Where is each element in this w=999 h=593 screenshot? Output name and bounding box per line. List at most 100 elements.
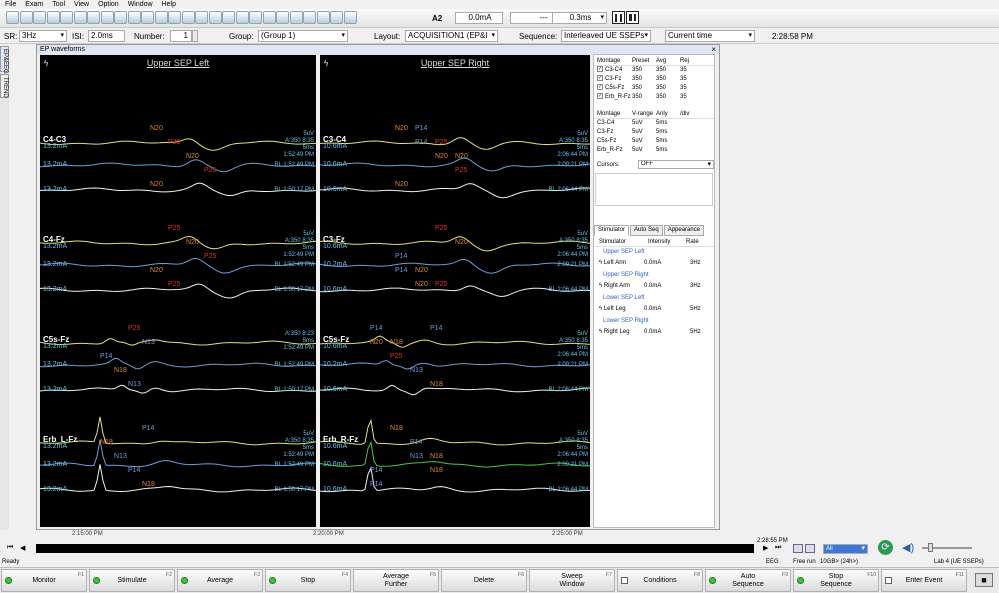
peak-marker[interactable]: N20	[150, 125, 163, 132]
checkbox-icon[interactable]	[621, 577, 628, 584]
zoom-select[interactable]: All	[823, 544, 868, 554]
peak-marker[interactable]: N13	[114, 453, 127, 460]
check-icon[interactable]: ✓	[597, 93, 603, 100]
peak-marker[interactable]: N18	[390, 339, 403, 346]
step-back-icon[interactable]: ◀	[20, 544, 25, 552]
toolbar-tool-icon[interactable]	[303, 11, 316, 24]
vrange-row[interactable]: C3-Fz 5uV 5ms	[594, 128, 714, 137]
duration-select[interactable]: 0.3ms	[552, 12, 607, 24]
toolbar-tool-icon[interactable]	[114, 11, 127, 24]
check-icon[interactable]: ✓	[597, 75, 603, 82]
toolbar-tool-icon[interactable]	[73, 11, 87, 24]
peak-marker[interactable]: P25	[128, 325, 140, 332]
menu-help[interactable]: Help	[162, 0, 176, 9]
peak-marker[interactable]: N13	[128, 381, 141, 388]
step-forward-icon[interactable]: ▶	[763, 544, 768, 552]
toolbar-tool-icon[interactable]	[100, 11, 114, 24]
peak-marker[interactable]: N20	[150, 267, 163, 274]
toolbar-tool-icon[interactable]	[289, 11, 303, 24]
rate-value[interactable]: 5Hz	[678, 303, 703, 316]
fn-auto-sequence-button[interactable]: Auto Sequence F9	[705, 569, 791, 592]
toolbar-tool-icon[interactable]	[330, 11, 343, 24]
time-mode-select[interactable]: Current time	[665, 30, 755, 42]
vrange-row[interactable]: C3-C4 5uV 5ms	[594, 119, 714, 128]
fn-stop-sequence-button[interactable]: Stop Sequence F10	[793, 569, 879, 592]
toolbar-tool-icon[interactable]	[168, 11, 181, 24]
skip-end-icon[interactable]: ⏭	[775, 544, 781, 552]
peak-marker[interactable]: P25	[390, 353, 402, 360]
plot-upper-sep-right[interactable]: Upper SEP Right ϟ C3-C4 10.6mA 5uV A:350 8:…	[320, 55, 590, 527]
peak-marker[interactable]: N18	[142, 481, 155, 488]
fn-delete-button[interactable]: Delete F6	[441, 569, 527, 592]
peak-marker[interactable]: P14	[100, 353, 112, 360]
peak-marker[interactable]: N18	[114, 367, 127, 374]
peak-marker[interactable]: P14	[430, 325, 442, 332]
intensity-value[interactable]: 0.0mA	[638, 326, 678, 339]
toolbar-tool-icon[interactable]	[235, 11, 249, 24]
intensity-value[interactable]: 0.0mA	[638, 257, 678, 270]
peak-marker[interactable]: N20	[186, 153, 199, 160]
tab-trend[interactable]: TREND	[0, 74, 9, 98]
zoom-out-icon[interactable]	[805, 544, 815, 553]
peak-marker[interactable]: N20	[435, 153, 448, 160]
cursors-select[interactable]: OFF	[638, 160, 714, 169]
speaker-icon[interactable]: ◀)	[902, 541, 914, 554]
menu-file[interactable]: File	[5, 0, 16, 9]
tab-appearance[interactable]: Appearance	[663, 225, 705, 236]
peak-marker[interactable]: P25	[204, 253, 216, 260]
rate-value[interactable]: 3Hz	[678, 280, 703, 293]
number-field[interactable]: 1	[170, 30, 192, 42]
peak-marker[interactable]: N18	[430, 381, 443, 388]
number-stepper[interactable]	[192, 30, 198, 42]
peak-marker[interactable]: P25	[435, 225, 447, 232]
peak-marker[interactable]: P25	[168, 139, 180, 146]
rate-value[interactable]: 3Hz	[678, 257, 703, 270]
montage-row[interactable]: ✓ Erb_R-Fz 350 350 35	[594, 93, 714, 102]
toolbar-tool-icon[interactable]	[60, 11, 73, 24]
plot-upper-sep-left[interactable]: Upper SEP Left ϟ C4-C3 13.2mA 5uV A:350 8:3…	[40, 55, 316, 527]
peak-marker[interactable]: P14	[370, 325, 382, 332]
stim-row[interactable]: ϟ Right Leg 0.0mA 5Hz	[594, 326, 714, 339]
toolbar-tool-icon[interactable]	[276, 11, 289, 24]
toolbar-tool-icon[interactable]	[154, 11, 168, 24]
check-icon[interactable]: ✓	[597, 84, 603, 91]
peak-marker[interactable]: P14	[142, 425, 154, 432]
peak-marker[interactable]: P14	[395, 253, 407, 260]
peak-marker[interactable]: P25	[455, 167, 467, 174]
vrange-row[interactable]: C5s-Fz 5uV 5ms	[594, 137, 714, 146]
peak-marker[interactable]: N20	[150, 181, 163, 188]
menu-window[interactable]: Window	[128, 0, 153, 9]
group-select[interactable]: (Group 1)	[258, 30, 348, 42]
toolbar-tool-icon[interactable]	[222, 11, 235, 24]
peak-marker[interactable]: N20	[395, 181, 408, 188]
intensity-value[interactable]: 0.0mA	[638, 303, 678, 316]
tab-ep-eeg[interactable]: EP&EEG	[0, 46, 9, 74]
montage-row[interactable]: ✓ C3-C4 350 350 35	[594, 66, 714, 75]
sr-select[interactable]: 3Hz	[19, 30, 67, 42]
peak-marker[interactable]: P14	[410, 439, 422, 446]
menu-view[interactable]: View	[74, 0, 89, 9]
toolbar-tool-icon[interactable]	[87, 11, 100, 24]
toolbar-tool-icon[interactable]	[19, 11, 33, 24]
toolbar-tool-icon[interactable]	[316, 11, 330, 24]
pause-icon[interactable]	[612, 11, 625, 24]
toolbar-tool-icon[interactable]	[6, 11, 19, 24]
peak-marker[interactable]: P25	[435, 281, 447, 288]
toolbar-tool-icon[interactable]	[33, 11, 46, 24]
menu-exam[interactable]: Exam	[25, 0, 43, 9]
peak-marker[interactable]: P14	[128, 467, 140, 474]
fn-stop-button[interactable]: Stop F4	[265, 569, 351, 592]
peak-marker[interactable]: P25	[168, 225, 180, 232]
vrange-table[interactable]: Montage V-range Anly/div C3-C4 5uV 5ms C3-Fz 5…	[594, 110, 714, 155]
menu-tool[interactable]: Tool	[52, 0, 65, 9]
stim-row[interactable]: ϟ Left Arm 0.0mA 3Hz	[594, 257, 714, 270]
peak-marker[interactable]: N20	[455, 239, 468, 246]
stim-row[interactable]: ϟ Left Leg 0.0mA 5Hz	[594, 303, 714, 316]
intensity-value[interactable]: 0.0mA	[638, 280, 678, 293]
skip-start-icon[interactable]: ⏮	[7, 544, 13, 552]
peak-marker[interactable]: N20	[455, 153, 468, 160]
fn-sweep-window-button[interactable]: Sweep Window F7	[529, 569, 615, 592]
camera-icon[interactable]: ■	[975, 573, 993, 587]
peak-marker[interactable]: P14	[415, 125, 427, 132]
refresh-icon[interactable]: ⟳	[878, 540, 893, 555]
